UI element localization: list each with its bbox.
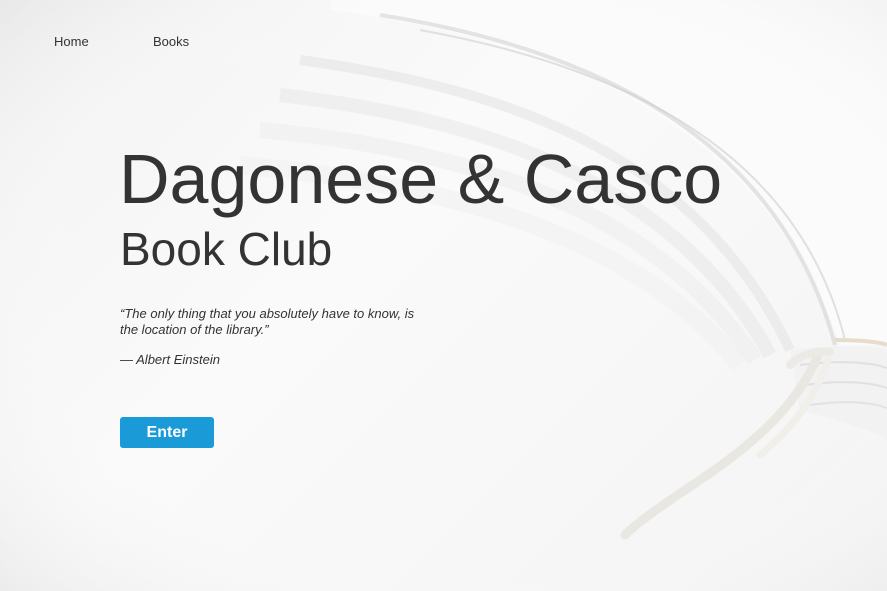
nav-link-books[interactable]: Books — [153, 34, 189, 50]
page-subtitle: Book Club — [120, 223, 333, 275]
landing-page: Home Books Dagonese & Casco Book Club “T… — [0, 0, 887, 591]
quote-text: “The only thing that you absolutely have… — [120, 306, 415, 337]
top-navigation: Home Books — [54, 34, 189, 50]
quote-attribution: — Albert Einstein — [120, 352, 220, 367]
open-book-background-image — [0, 0, 887, 591]
page-title: Dagonese & Casco — [119, 140, 723, 218]
nav-link-home[interactable]: Home — [54, 34, 153, 50]
enter-button[interactable]: Enter — [120, 417, 214, 448]
